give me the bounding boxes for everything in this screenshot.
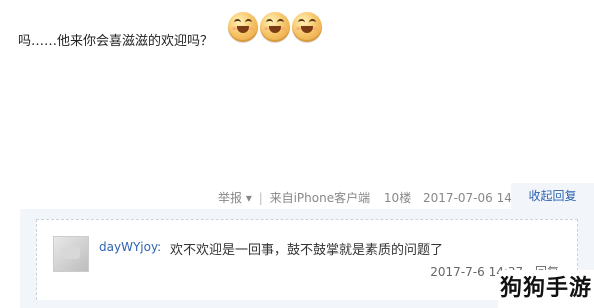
watermark-logo: 狗狗手游: [498, 270, 594, 308]
reply-username[interactable]: dayWYjoy:: [99, 240, 161, 254]
report-link[interactable]: 举报: [218, 191, 242, 205]
avatar[interactable]: [53, 236, 89, 272]
smiley-emoji-icon: [260, 12, 290, 42]
reply-item: dayWYjoy: 欢不欢迎是一回事，鼓不鼓掌就是素质的问题了 2017-7-6…: [36, 219, 578, 300]
post-text: 吗……他来你会喜滋滋的欢迎吗？: [18, 34, 214, 49]
report-dropdown-icon[interactable]: ▾: [246, 191, 252, 205]
post-meta-info: 举报 ▾ | 来自iPhone客户端 10楼 2017-07-06 14:28: [218, 189, 531, 206]
floor-number: 10楼: [383, 191, 412, 205]
reply-text: 欢不欢迎是一回事，鼓不鼓掌就是素质的问题了: [170, 243, 444, 258]
meta-separator: |: [258, 191, 263, 205]
post-meta-bar: 举报 ▾ | 来自iPhone客户端 10楼 2017-07-06 14:28 …: [0, 183, 594, 209]
client-source[interactable]: 来自iPhone客户端: [270, 191, 371, 205]
emoji-row: [228, 12, 322, 42]
collapse-reply-button[interactable]: 收起回复: [511, 183, 594, 209]
smiley-emoji-icon: [292, 12, 322, 42]
smiley-emoji-icon: [228, 12, 258, 42]
